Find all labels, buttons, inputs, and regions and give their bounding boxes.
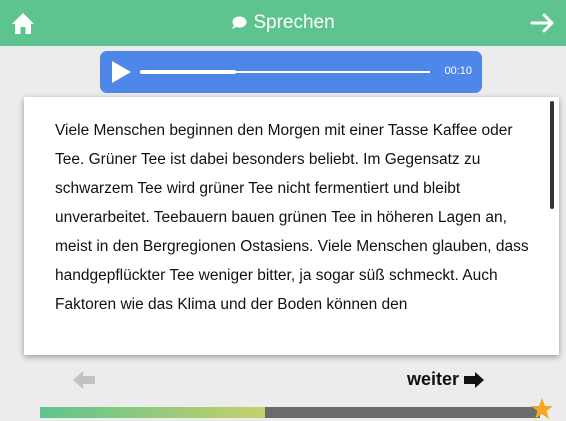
lesson-progress-fill <box>40 407 265 418</box>
play-button[interactable] <box>110 60 132 84</box>
audio-seek-progress <box>140 70 236 74</box>
top-bar: Sprechen <box>0 0 566 46</box>
page-title-wrap: Sprechen <box>0 0 566 46</box>
arrow-right-icon <box>530 13 554 33</box>
audio-time: 00:10 <box>444 65 472 77</box>
scrollbar[interactable] <box>550 101 554 209</box>
page-title: Sprechen <box>253 12 335 33</box>
next-page-button[interactable] <box>530 11 556 35</box>
speech-bubble-icon <box>232 16 247 29</box>
lesson-progress-bar <box>40 407 540 418</box>
home-icon <box>12 13 34 34</box>
next-button-label: weiter <box>407 369 460 389</box>
audio-player: 00:10 <box>100 51 482 93</box>
reading-text-panel[interactable]: Viele Menschen beginnen den Morgen mit e… <box>24 97 559 355</box>
reading-text: Viele Menschen beginnen den Morgen mit e… <box>55 122 529 313</box>
star-icon <box>531 398 553 419</box>
audio-seek-bar[interactable] <box>140 70 430 74</box>
play-icon <box>112 61 131 83</box>
arrow-right-icon <box>464 371 485 388</box>
arrow-left-icon <box>73 371 95 389</box>
home-button[interactable] <box>10 10 36 36</box>
next-button[interactable]: weiter <box>407 369 485 390</box>
back-button[interactable] <box>73 371 95 389</box>
